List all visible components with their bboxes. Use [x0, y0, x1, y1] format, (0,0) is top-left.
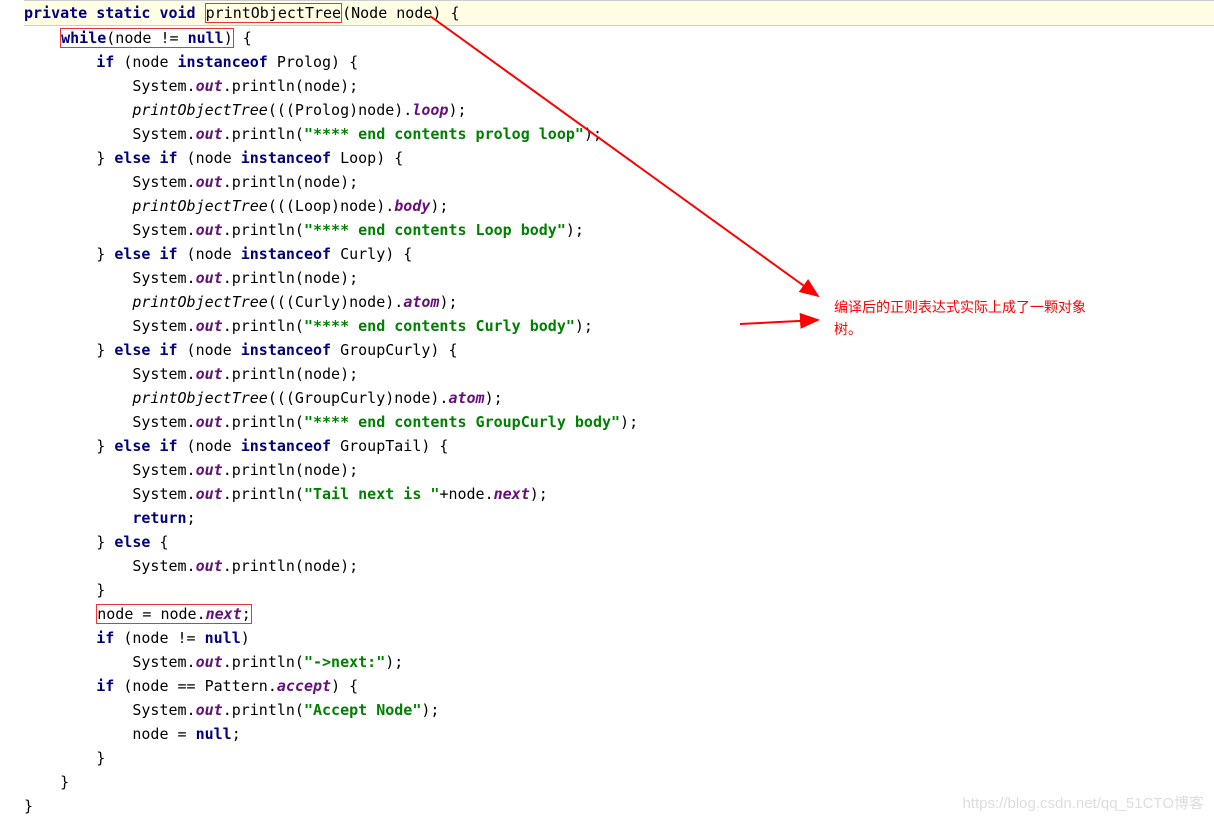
code-line: while(node != null) { [24, 26, 1214, 50]
code-line: if (node != null) [24, 626, 1214, 650]
code-line: } [24, 578, 1214, 602]
code-line: } [24, 770, 1214, 794]
annotation-line1: 编译后的正则表达式实际上成了一颗对象 [834, 296, 1204, 318]
code-line: System.out.println(node); [24, 266, 1214, 290]
code-line: System.out.println(node); [24, 458, 1214, 482]
code-line: } [24, 746, 1214, 770]
code-line: System.out.println(node); [24, 554, 1214, 578]
annotation-text: 编译后的正则表达式实际上成了一颗对象 树。 [834, 296, 1204, 341]
code-line: System.out.println(node); [24, 74, 1214, 98]
code-line: printObjectTree(((GroupCurly)node).atom)… [24, 386, 1214, 410]
code-line: if (node == Pattern.accept) { [24, 674, 1214, 698]
code-line: private static void printObjectTree(Node… [24, 0, 1214, 26]
code-line: System.out.println(node); [24, 170, 1214, 194]
code-line: System.out.println(node); [24, 362, 1214, 386]
code-line: printObjectTree(((Prolog)node).loop); [24, 98, 1214, 122]
code-line: } else if (node instanceof Curly) { [24, 242, 1214, 266]
watermark: https://blog.csdn.net/qq_51CTO博客 [962, 792, 1204, 816]
code-line: return; [24, 506, 1214, 530]
code-line: printObjectTree(((Loop)node).body); [24, 194, 1214, 218]
annotation-line2: 树。 [834, 318, 1204, 340]
code-line: System.out.println("Accept Node"); [24, 698, 1214, 722]
code-line: System.out.println("**** end contents Gr… [24, 410, 1214, 434]
code-line: } else if (node instanceof GroupCurly) { [24, 338, 1214, 362]
code-line: } else if (node instanceof Loop) { [24, 146, 1214, 170]
code-line: System.out.println("**** end contents Lo… [24, 218, 1214, 242]
code-line: node = node.next; [24, 602, 1214, 626]
code-line: node = null; [24, 722, 1214, 746]
code-line: System.out.println("->next:"); [24, 650, 1214, 674]
code-line: System.out.println("**** end contents pr… [24, 122, 1214, 146]
code-line: if (node instanceof Prolog) { [24, 50, 1214, 74]
code-line: } else { [24, 530, 1214, 554]
code-block: private static void printObjectTree(Node… [0, 0, 1214, 818]
code-line: } else if (node instanceof GroupTail) { [24, 434, 1214, 458]
code-line: System.out.println("Tail next is "+node.… [24, 482, 1214, 506]
